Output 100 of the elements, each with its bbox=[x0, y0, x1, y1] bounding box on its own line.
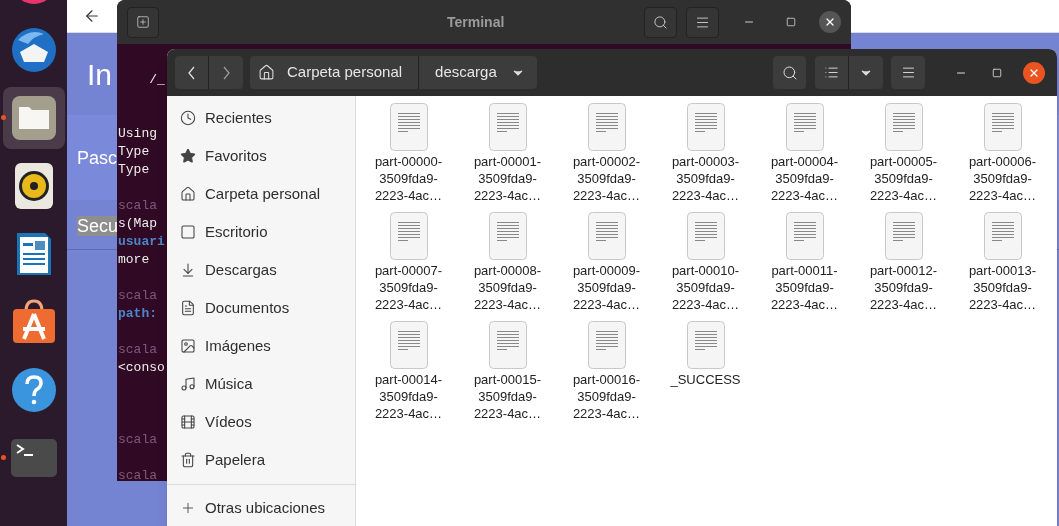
file-item[interactable]: part-00015-3509fda9-2223-4ac… bbox=[458, 314, 557, 423]
view-list-button[interactable] bbox=[815, 56, 849, 89]
terminal-line: /_ bbox=[148, 72, 165, 87]
file-item[interactable]: part-00010-3509fda9-2223-4ac… bbox=[656, 205, 755, 314]
maximize-icon bbox=[786, 17, 796, 27]
file-item[interactable]: part-00008-3509fda9-2223-4ac… bbox=[458, 205, 557, 314]
document-icon bbox=[14, 231, 53, 277]
sidebar-item[interactable]: Papelera bbox=[167, 441, 355, 479]
trash-icon bbox=[180, 452, 196, 468]
folder-icon bbox=[10, 95, 57, 141]
text-file-icon bbox=[983, 212, 1022, 260]
menu-icon bbox=[695, 14, 710, 30]
search-button[interactable] bbox=[773, 56, 806, 89]
home-icon bbox=[258, 64, 275, 81]
file-item[interactable]: part-00014-3509fda9-2223-4ac… bbox=[359, 314, 458, 423]
music-note-icon bbox=[180, 376, 196, 392]
file-item[interactable]: part-00005-3509fda9-2223-4ac… bbox=[854, 96, 953, 205]
file-item[interactable]: part-00003-3509fda9-2223-4ac… bbox=[656, 96, 755, 205]
file-name: part-00014-3509fda9-2223-4ac… bbox=[373, 371, 444, 422]
text-file-icon bbox=[686, 103, 725, 151]
file-name: part-00008-3509fda9-2223-4ac… bbox=[472, 262, 543, 313]
terminal-line: path: bbox=[118, 306, 157, 321]
file-item[interactable]: part-00012-3509fda9-2223-4ac… bbox=[854, 205, 953, 314]
terminal-line: <conso bbox=[118, 360, 165, 375]
sidebar-item[interactable]: Documentos bbox=[167, 289, 355, 327]
new-tab-button[interactable] bbox=[127, 6, 159, 38]
terminal-icon bbox=[10, 439, 57, 477]
file-name: part-00001-3509fda9-2223-4ac… bbox=[472, 153, 543, 204]
desktop-icon bbox=[180, 224, 196, 240]
sidebar-item[interactable]: Imágenes bbox=[167, 327, 355, 365]
sidebar-item[interactable]: Escritorio bbox=[167, 213, 355, 251]
maximize-icon bbox=[992, 67, 1002, 78]
file-name: part-00012-3509fda9-2223-4ac… bbox=[868, 262, 939, 313]
text-file-icon bbox=[587, 212, 626, 260]
file-name: part-00011-3509fda9-2223-4ac… bbox=[769, 262, 840, 313]
sidebar-item[interactable]: Descargas bbox=[167, 251, 355, 289]
search-button[interactable] bbox=[644, 6, 677, 38]
file-item[interactable]: part-00002-3509fda9-2223-4ac… bbox=[557, 96, 656, 205]
download-icon bbox=[180, 262, 196, 278]
home-icon bbox=[180, 186, 196, 202]
file-name: part-00013-3509fda9-2223-4ac… bbox=[967, 262, 1038, 313]
help-icon bbox=[10, 367, 57, 413]
menu-button[interactable] bbox=[891, 56, 925, 89]
plus-icon bbox=[180, 500, 196, 516]
path-segment[interactable]: Carpeta personal bbox=[250, 56, 420, 89]
file-item[interactable]: part-00004-3509fda9-2223-4ac… bbox=[755, 96, 854, 205]
terminal-line: scala bbox=[118, 198, 157, 213]
terminal-line: Type bbox=[118, 144, 150, 159]
sidebar-item[interactable]: Recientes bbox=[167, 99, 355, 137]
file-name: part-00015-3509fda9-2223-4ac… bbox=[472, 371, 543, 422]
file-item[interactable]: part-00011-3509fda9-2223-4ac… bbox=[755, 205, 854, 314]
file-name: part-00009-3509fda9-2223-4ac… bbox=[571, 262, 642, 313]
star-icon bbox=[180, 148, 196, 164]
text-file-icon bbox=[587, 103, 626, 151]
text-file-icon bbox=[785, 212, 824, 260]
terminal-line: Using bbox=[118, 126, 157, 141]
menu-icon bbox=[900, 65, 916, 80]
sidebar-item[interactable]: Favoritos bbox=[167, 137, 355, 175]
mail-bird-icon bbox=[9, 26, 58, 74]
file-item[interactable]: part-00001-3509fda9-2223-4ac… bbox=[458, 96, 557, 205]
terminal-line: scala bbox=[118, 432, 157, 447]
shopping-bag-icon bbox=[10, 299, 57, 345]
text-file-icon bbox=[785, 103, 824, 151]
close-icon bbox=[824, 16, 836, 28]
close-button[interactable] bbox=[1023, 61, 1045, 84]
file-item[interactable]: part-00016-3509fda9-2223-4ac… bbox=[557, 314, 656, 423]
file-name: part-00003-3509fda9-2223-4ac… bbox=[670, 153, 741, 204]
other-locations-item[interactable]: Otras ubicaciones bbox=[167, 489, 355, 526]
film-icon bbox=[180, 414, 196, 430]
text-file-icon bbox=[686, 321, 725, 369]
file-item[interactable]: part-00013-3509fda9-2223-4ac… bbox=[953, 205, 1052, 314]
file-item[interactable]: part-00009-3509fda9-2223-4ac… bbox=[557, 205, 656, 314]
file-name: part-00016-3509fda9-2223-4ac… bbox=[571, 371, 642, 422]
file-item[interactable]: part-00000-3509fda9-2223-4ac… bbox=[359, 96, 458, 205]
window-title: Terminal bbox=[447, 12, 505, 32]
text-file-icon bbox=[389, 321, 428, 369]
text-file-icon bbox=[488, 321, 527, 369]
terminal-line: scala bbox=[118, 288, 157, 303]
close-button[interactable] bbox=[819, 11, 841, 33]
menu-button[interactable] bbox=[686, 6, 719, 38]
back-button[interactable] bbox=[175, 56, 209, 89]
terminal-line: Type bbox=[118, 162, 150, 177]
file-item[interactable]: part-00007-3509fda9-2223-4ac… bbox=[359, 205, 458, 314]
sidebar-item[interactable]: Música bbox=[167, 365, 355, 403]
terminal-line: usuari bbox=[118, 234, 165, 249]
dock-item[interactable] bbox=[2, 87, 65, 149]
sidebar-item[interactable]: Vídeos bbox=[167, 403, 355, 441]
running-indicator bbox=[0, 455, 6, 460]
running-indicator bbox=[0, 115, 6, 120]
terminal-line: s(Map bbox=[118, 216, 157, 231]
file-item[interactable]: part-00006-3509fda9-2223-4ac… bbox=[953, 96, 1052, 205]
file-item[interactable]: _SUCCESS bbox=[656, 314, 755, 423]
file-name: part-00000-3509fda9-2223-4ac… bbox=[373, 153, 444, 204]
text-file-icon bbox=[587, 321, 626, 369]
path-segment[interactable]: descarga bbox=[419, 56, 537, 89]
sidebar-item[interactable]: Carpeta personal bbox=[167, 175, 355, 213]
file-name: part-00004-3509fda9-2223-4ac… bbox=[769, 153, 840, 204]
file-name: _SUCCESS bbox=[669, 371, 742, 388]
text-file-icon bbox=[983, 103, 1022, 151]
text-file-icon bbox=[488, 103, 527, 151]
